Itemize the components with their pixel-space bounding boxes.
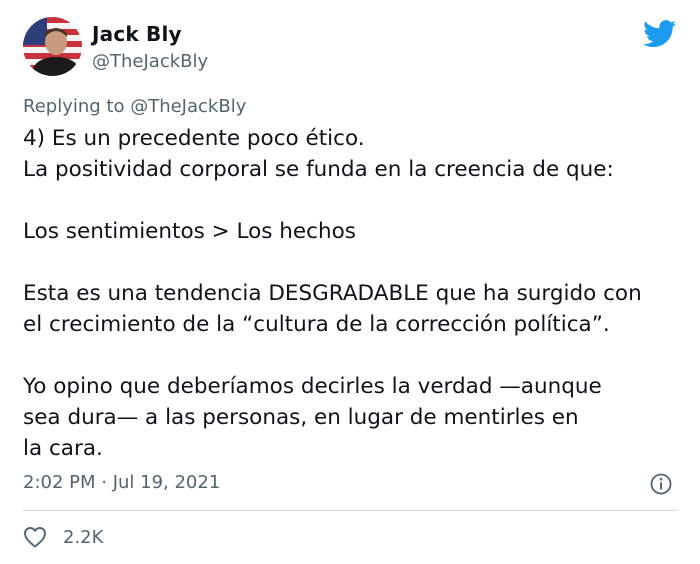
author-handle[interactable]: @TheJackBly — [92, 51, 208, 72]
like-count: 2.2K — [63, 526, 104, 548]
divider — [23, 510, 678, 511]
heart-icon[interactable] — [23, 526, 47, 548]
twitter-bird-icon[interactable] — [643, 20, 677, 48]
tweet-card: Jack Bly @TheJackBly Replying to @TheJac… — [0, 0, 700, 564]
info-icon[interactable] — [650, 473, 672, 495]
replying-prefix: Replying to — [23, 96, 131, 117]
like-button[interactable]: 2.2K — [23, 525, 103, 549]
avatar[interactable] — [23, 17, 82, 76]
author-name[interactable]: Jack Bly — [92, 22, 182, 46]
tweet-timestamp[interactable]: 2:02 PM · Jul 19, 2021 — [23, 472, 220, 493]
replying-handle[interactable]: @TheJackBly — [130, 96, 246, 117]
tweet-text: 4) Es un precedente poco ético. La posit… — [23, 126, 642, 461]
replying-to: Replying to @TheJackBly — [23, 96, 246, 117]
